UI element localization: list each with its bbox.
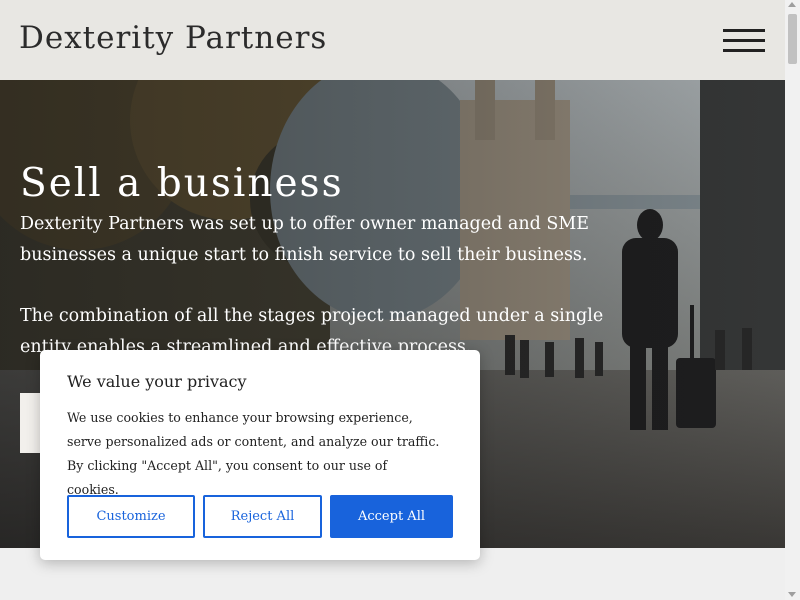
- scroll-up-arrow-icon[interactable]: [788, 2, 796, 7]
- hero-paragraph: Dexterity Partners was set up to offer o…: [20, 214, 590, 265]
- site-header: Dexterity Partners: [0, 0, 785, 80]
- hamburger-menu-icon[interactable]: [723, 27, 767, 55]
- hero-title: Sell a business: [20, 161, 344, 206]
- cookie-banner-text: We use cookies to enhance your browsing …: [67, 410, 440, 497]
- customize-button[interactable]: Customize: [67, 495, 195, 538]
- menu-bar-top: [723, 29, 765, 32]
- cookie-consent-banner: We value your privacy We use cookies to …: [40, 350, 480, 560]
- reject-all-button[interactable]: Reject All: [203, 495, 322, 538]
- menu-bar-bottom: [723, 49, 765, 52]
- brand-logo-text[interactable]: Dexterity Partners: [19, 20, 327, 56]
- scroll-thumb[interactable]: [788, 14, 797, 64]
- accept-all-button[interactable]: Accept All: [330, 495, 453, 538]
- vertical-scrollbar[interactable]: [785, 0, 800, 600]
- menu-bar-middle: [723, 39, 765, 42]
- cookie-banner-title: We value your privacy: [67, 372, 247, 391]
- scroll-down-arrow-icon[interactable]: [788, 592, 796, 597]
